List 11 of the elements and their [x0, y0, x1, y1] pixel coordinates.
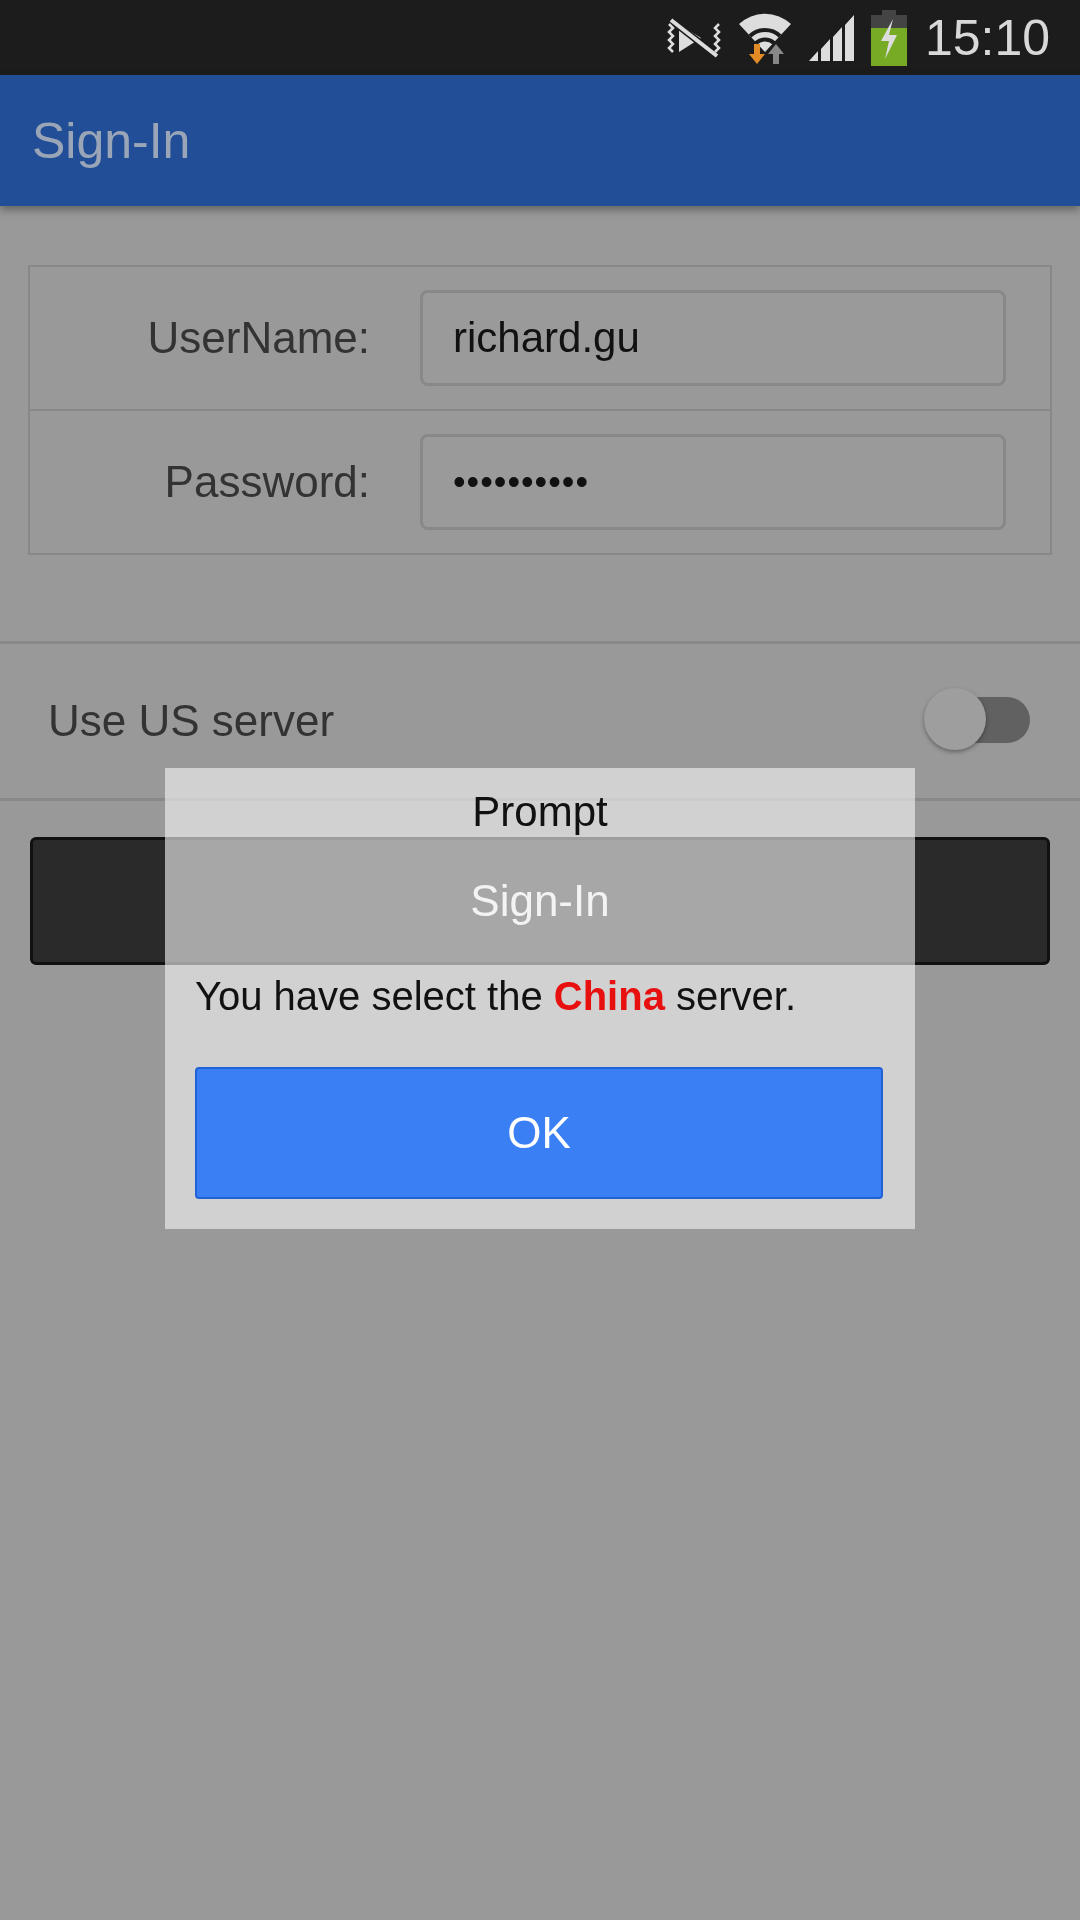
- app-title: Sign-In: [32, 111, 191, 170]
- dialog-message: You have select the China server.: [195, 974, 798, 1019]
- status-time: 15:10: [924, 8, 1050, 67]
- battery-icon: [870, 9, 907, 66]
- dialog-title: Prompt: [471, 788, 609, 836]
- username-field[interactable]: richard.gu: [420, 290, 1006, 386]
- ok-button[interactable]: OK: [195, 1067, 883, 1199]
- password-field[interactable]: ••••••••••: [420, 434, 1006, 530]
- field-label: Password:: [163, 457, 371, 507]
- field-label: UserName:: [146, 313, 371, 363]
- setting-label: Use US server: [48, 696, 335, 746]
